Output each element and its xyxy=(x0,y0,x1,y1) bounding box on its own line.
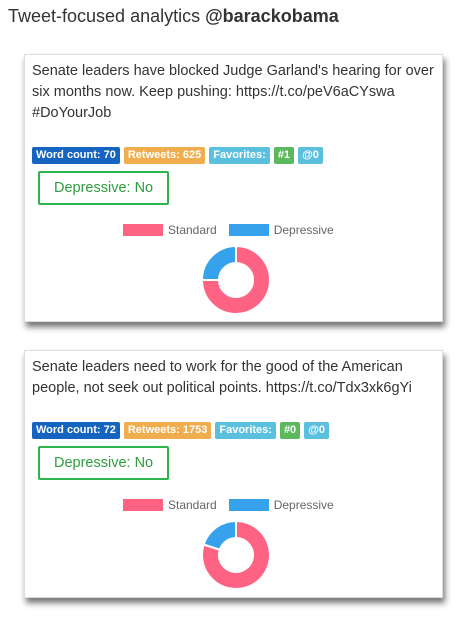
donut-chart xyxy=(201,520,271,590)
page-title: Tweet-focused analytics @barackobama xyxy=(8,6,339,27)
mention-count-badge: @0 xyxy=(298,147,323,164)
word-count-badge: Word count: 70 xyxy=(32,147,120,164)
legend-standard[interactable]: Standard xyxy=(123,498,217,512)
mention-count-badge: @0 xyxy=(304,422,330,439)
legend-standard-label: Standard xyxy=(168,223,217,237)
chart-legend: Standard Depressive xyxy=(123,223,346,237)
legend-standard-label: Standard xyxy=(168,498,217,512)
depressive-result-box: Depressive: No xyxy=(38,446,170,480)
tweet-text: Senate leaders need to work for the good… xyxy=(32,359,412,396)
chart-legend: Standard Depressive xyxy=(123,498,346,512)
hashtag-count-badge: #1 xyxy=(273,147,295,164)
page-title-handle: @barackobama xyxy=(205,6,339,26)
legend-depressive-swatch xyxy=(228,499,269,511)
badge-row: Word count: 70 Retweets: 625 Favorites: … xyxy=(32,147,323,164)
badge-row: Word count: 72 Retweets: 1753 Favorites:… xyxy=(32,422,330,439)
legend-depressive-label: Depressive xyxy=(273,498,334,512)
legend-depressive-label: Depressive xyxy=(273,223,334,237)
retweets-badge: Retweets: 625 xyxy=(123,147,206,164)
depressive-result-box: Depressive: No xyxy=(38,171,170,205)
retweets-badge: Retweets: 1753 xyxy=(123,422,212,439)
tweet-card: Senate leaders need to work for the good… xyxy=(24,350,443,598)
favorites-badge: Favorites: xyxy=(215,422,276,439)
hashtag-count-badge: #0 xyxy=(279,422,301,439)
legend-standard[interactable]: Standard xyxy=(123,223,217,237)
donut-chart xyxy=(201,245,271,315)
tweet-card: Senate leaders have blocked Judge Garlan… xyxy=(24,54,443,322)
donut-slice-depressive[interactable] xyxy=(201,245,237,281)
page-title-prefix: Tweet-focused analytics xyxy=(8,6,206,26)
legend-standard-swatch xyxy=(123,224,163,236)
tweet-text: Senate leaders have blocked Judge Garlan… xyxy=(32,63,434,121)
favorites-badge: Favorites: xyxy=(209,147,270,164)
legend-depressive-swatch xyxy=(228,224,269,236)
legend-depressive[interactable]: Depressive xyxy=(228,223,334,237)
donut-slice-depressive[interactable] xyxy=(202,520,237,552)
legend-standard-swatch xyxy=(123,499,163,511)
word-count-badge: Word count: 72 xyxy=(32,422,120,439)
legend-depressive[interactable]: Depressive xyxy=(228,498,334,512)
